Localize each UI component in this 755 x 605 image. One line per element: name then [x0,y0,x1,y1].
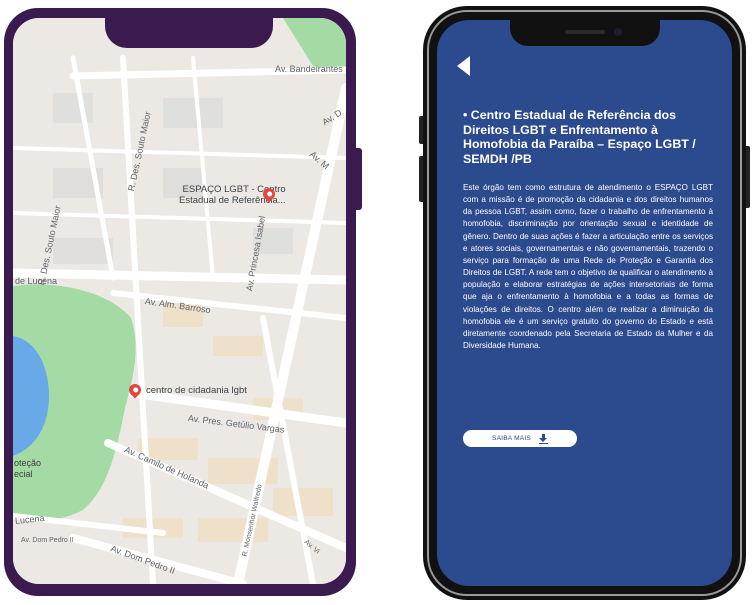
side-button [746,146,750,208]
back-arrow-icon[interactable] [457,56,470,76]
street-label: Av. Bandeirantes [275,64,343,74]
description-text: Este órgão tem como estrutura de atendim… [463,183,713,351]
street-label: de Lucena [15,276,58,286]
notch [105,18,273,48]
saiba-mais-label: SAIBA MAIS [491,435,531,442]
map-view[interactable]: Av. Bandeirantes Av. D Av. M R. Des. Sou… [13,18,346,584]
notch [510,20,660,46]
page-title: • Centro Estadual de Referência dos Dire… [463,108,696,166]
speaker [565,30,605,34]
side-button [419,116,423,144]
area-label: oteção [14,458,42,468]
info-screen: • Centro Estadual de Referência dos Dire… [437,20,732,586]
side-button [356,148,362,210]
place-label-centro-cidadania[interactable]: centro de cidadania lgbt [146,385,247,396]
phone-right-frame: • Centro Estadual de Referência dos Dire… [419,6,750,600]
side-button [419,156,423,202]
street-label: Av. Dom Pedro II [21,537,74,544]
phone-left-frame: Av. Bandeirantes Av. D Av. M R. Des. Sou… [4,8,362,596]
camera-icon [614,28,622,36]
saiba-mais-button[interactable]: SAIBA MAIS [463,430,577,447]
area-label: ecial [14,469,33,479]
download-icon [539,433,548,444]
